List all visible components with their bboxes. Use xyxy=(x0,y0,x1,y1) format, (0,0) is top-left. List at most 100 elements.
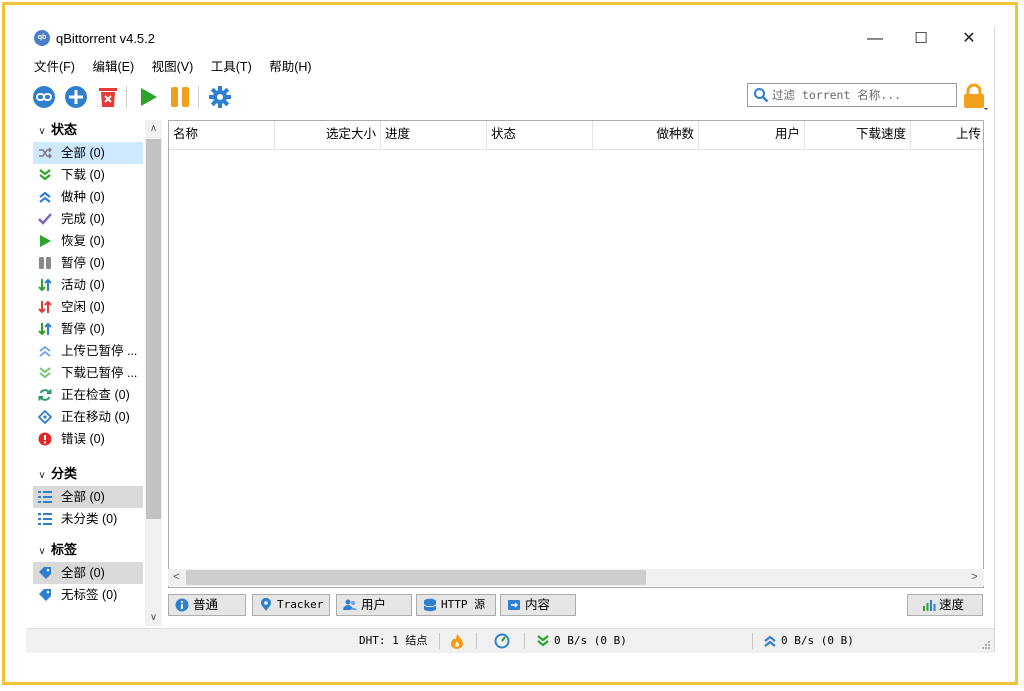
category-item-uncategorized[interactable]: 未分类 (0) xyxy=(33,508,143,530)
status-item-checking[interactable]: 正在检查 (0) xyxy=(33,384,143,406)
status-item-label: 完成 (0) xyxy=(61,212,105,226)
scroll-down-icon[interactable]: ∨ xyxy=(145,609,162,626)
toolbar-separator xyxy=(126,86,127,108)
status-item-label: 恢复 (0) xyxy=(61,234,105,248)
menu-file[interactable]: 文件(F) xyxy=(34,56,75,78)
stalled-download-icon xyxy=(39,367,51,379)
status-item-seeding[interactable]: 做种 (0) xyxy=(33,186,143,208)
database-icon xyxy=(423,598,437,612)
column-selected-size[interactable]: 选定大小 xyxy=(275,121,381,149)
menu-edit[interactable]: 编辑(E) xyxy=(92,56,134,78)
search-input[interactable] xyxy=(772,86,952,104)
category-heading: 分类 xyxy=(51,466,78,481)
sidebar-scroll-thumb[interactable] xyxy=(146,139,161,519)
tag-icon xyxy=(39,589,51,601)
menu-bar: 文件(F) 编辑(E) 视图(V) 工具(T) 帮助(H) xyxy=(26,56,318,78)
tag-item-label: 全部 (0) xyxy=(61,566,105,580)
map-pin-icon xyxy=(261,598,271,611)
error-icon xyxy=(38,432,52,446)
link-icon[interactable] xyxy=(32,85,56,109)
status-item-label: 错误 (0) xyxy=(61,432,105,446)
folder-icon xyxy=(508,600,520,610)
status-heading: 状态 xyxy=(51,122,78,137)
chevron-down-icon: ∨ xyxy=(38,546,46,557)
chevron-down-icon: ∨ xyxy=(38,126,46,137)
tab-tracker[interactable]: Tracker xyxy=(252,594,330,616)
options-icon[interactable] xyxy=(208,85,232,109)
window-title: qBittorrent v4.5.2 xyxy=(56,31,155,46)
tab-peers[interactable]: 用户 xyxy=(336,594,412,616)
app-logo-icon: qb xyxy=(34,30,50,46)
lock-icon[interactable] xyxy=(961,82,989,112)
upload-speed-icon xyxy=(764,635,776,647)
status-item-stalled-download[interactable]: 下载已暂停 ... xyxy=(33,362,143,384)
column-progress[interactable]: 进度 xyxy=(381,121,487,149)
column-upload-speed[interactable]: 上传 xyxy=(911,121,983,149)
add-torrent-icon[interactable] xyxy=(64,85,88,109)
status-bar: DHT: 1 结点 0 B/s (0 B) 0 B/s (0 B) xyxy=(26,628,994,653)
scroll-up-icon[interactable]: ∧ xyxy=(145,120,162,137)
status-item-completed[interactable]: 完成 (0) xyxy=(33,208,143,230)
category-item-all[interactable]: 全部 (0) xyxy=(33,486,143,508)
torrent-list[interactable]: 名称 选定大小 进度 状态 做种数 用户 下载速度 上传 xyxy=(168,120,984,588)
status-item-inactive[interactable]: 空闲 (0) xyxy=(33,296,143,318)
status-item-label: 正在移动 (0) xyxy=(61,410,130,424)
status-item-label: 下载 (0) xyxy=(61,168,105,182)
minimize-button[interactable]: — xyxy=(860,28,890,50)
all-shuffle-icon xyxy=(39,147,52,159)
status-item-stalled[interactable]: 暂停 (0) xyxy=(33,318,143,340)
column-peers[interactable]: 用户 xyxy=(699,121,805,149)
status-item-active[interactable]: 活动 (0) xyxy=(33,274,143,296)
menu-help[interactable]: 帮助(H) xyxy=(269,56,311,78)
delete-icon[interactable] xyxy=(96,85,120,109)
status-item-paused[interactable]: 暂停 (0) xyxy=(33,252,143,274)
status-item-error[interactable]: 错误 (0) xyxy=(33,428,143,450)
info-icon xyxy=(175,598,189,612)
tab-label: Tracker xyxy=(277,598,324,611)
table-scroll-thumb[interactable] xyxy=(186,570,646,585)
speed-button[interactable]: 速度 xyxy=(907,594,983,616)
resume-icon[interactable] xyxy=(136,85,160,109)
pause-icon[interactable] xyxy=(168,85,192,109)
tab-label: 用户 xyxy=(361,598,387,612)
close-button[interactable]: ✕ xyxy=(954,28,984,50)
fire-icon[interactable] xyxy=(450,633,464,649)
table-horizontal-scrollbar[interactable]: < > xyxy=(168,569,984,586)
tag-group-header[interactable]: ∨ 标签 xyxy=(33,540,77,560)
table-header: 名称 选定大小 进度 状态 做种数 用户 下载速度 上传 xyxy=(169,121,983,150)
sidebar-scrollbar[interactable]: ∧ ∨ xyxy=(145,120,162,626)
status-item-all[interactable]: 全部 (0) xyxy=(33,142,143,164)
scroll-right-icon[interactable]: > xyxy=(966,569,983,586)
status-item-label: 空闲 (0) xyxy=(61,300,105,314)
menu-view[interactable]: 视图(V) xyxy=(152,56,194,78)
search-box[interactable] xyxy=(747,83,957,107)
stalled-icon xyxy=(38,322,52,336)
tag-item-untagged[interactable]: 无标签 (0) xyxy=(33,584,143,606)
tag-item-all[interactable]: 全部 (0) xyxy=(33,562,143,584)
tab-content[interactable]: 内容 xyxy=(500,594,576,616)
tag-heading: 标签 xyxy=(51,542,78,557)
column-download-speed[interactable]: 下载速度 xyxy=(805,121,911,149)
maximize-button[interactable]: ☐ xyxy=(906,28,936,50)
dht-status: DHT: 1 结点 xyxy=(359,634,428,647)
status-item-label: 做种 (0) xyxy=(61,190,105,204)
menu-tools[interactable]: 工具(T) xyxy=(211,56,252,78)
status-item-moving[interactable]: 正在移动 (0) xyxy=(33,406,143,428)
status-group-header[interactable]: ∨ 状态 xyxy=(33,120,77,140)
checking-icon xyxy=(38,389,52,401)
tab-label: 内容 xyxy=(525,598,551,612)
active-icon xyxy=(38,278,52,292)
status-item-stalled-upload[interactable]: 上传已暂停 ... xyxy=(33,340,143,362)
resize-grip-icon[interactable] xyxy=(980,639,990,649)
downloading-icon xyxy=(39,169,51,181)
scroll-left-icon[interactable]: < xyxy=(168,569,185,586)
column-status[interactable]: 状态 xyxy=(487,121,593,149)
status-item-resumed[interactable]: 恢复 (0) xyxy=(33,230,143,252)
column-name[interactable]: 名称 xyxy=(169,121,275,149)
tab-general[interactable]: 普通 xyxy=(168,594,246,616)
tab-http-sources[interactable]: HTTP 源 xyxy=(416,594,496,616)
status-item-downloading[interactable]: 下载 (0) xyxy=(33,164,143,186)
column-seeds[interactable]: 做种数 xyxy=(593,121,699,149)
category-group-header[interactable]: ∨ 分类 xyxy=(33,464,77,484)
speed-limit-icon[interactable] xyxy=(494,633,510,649)
